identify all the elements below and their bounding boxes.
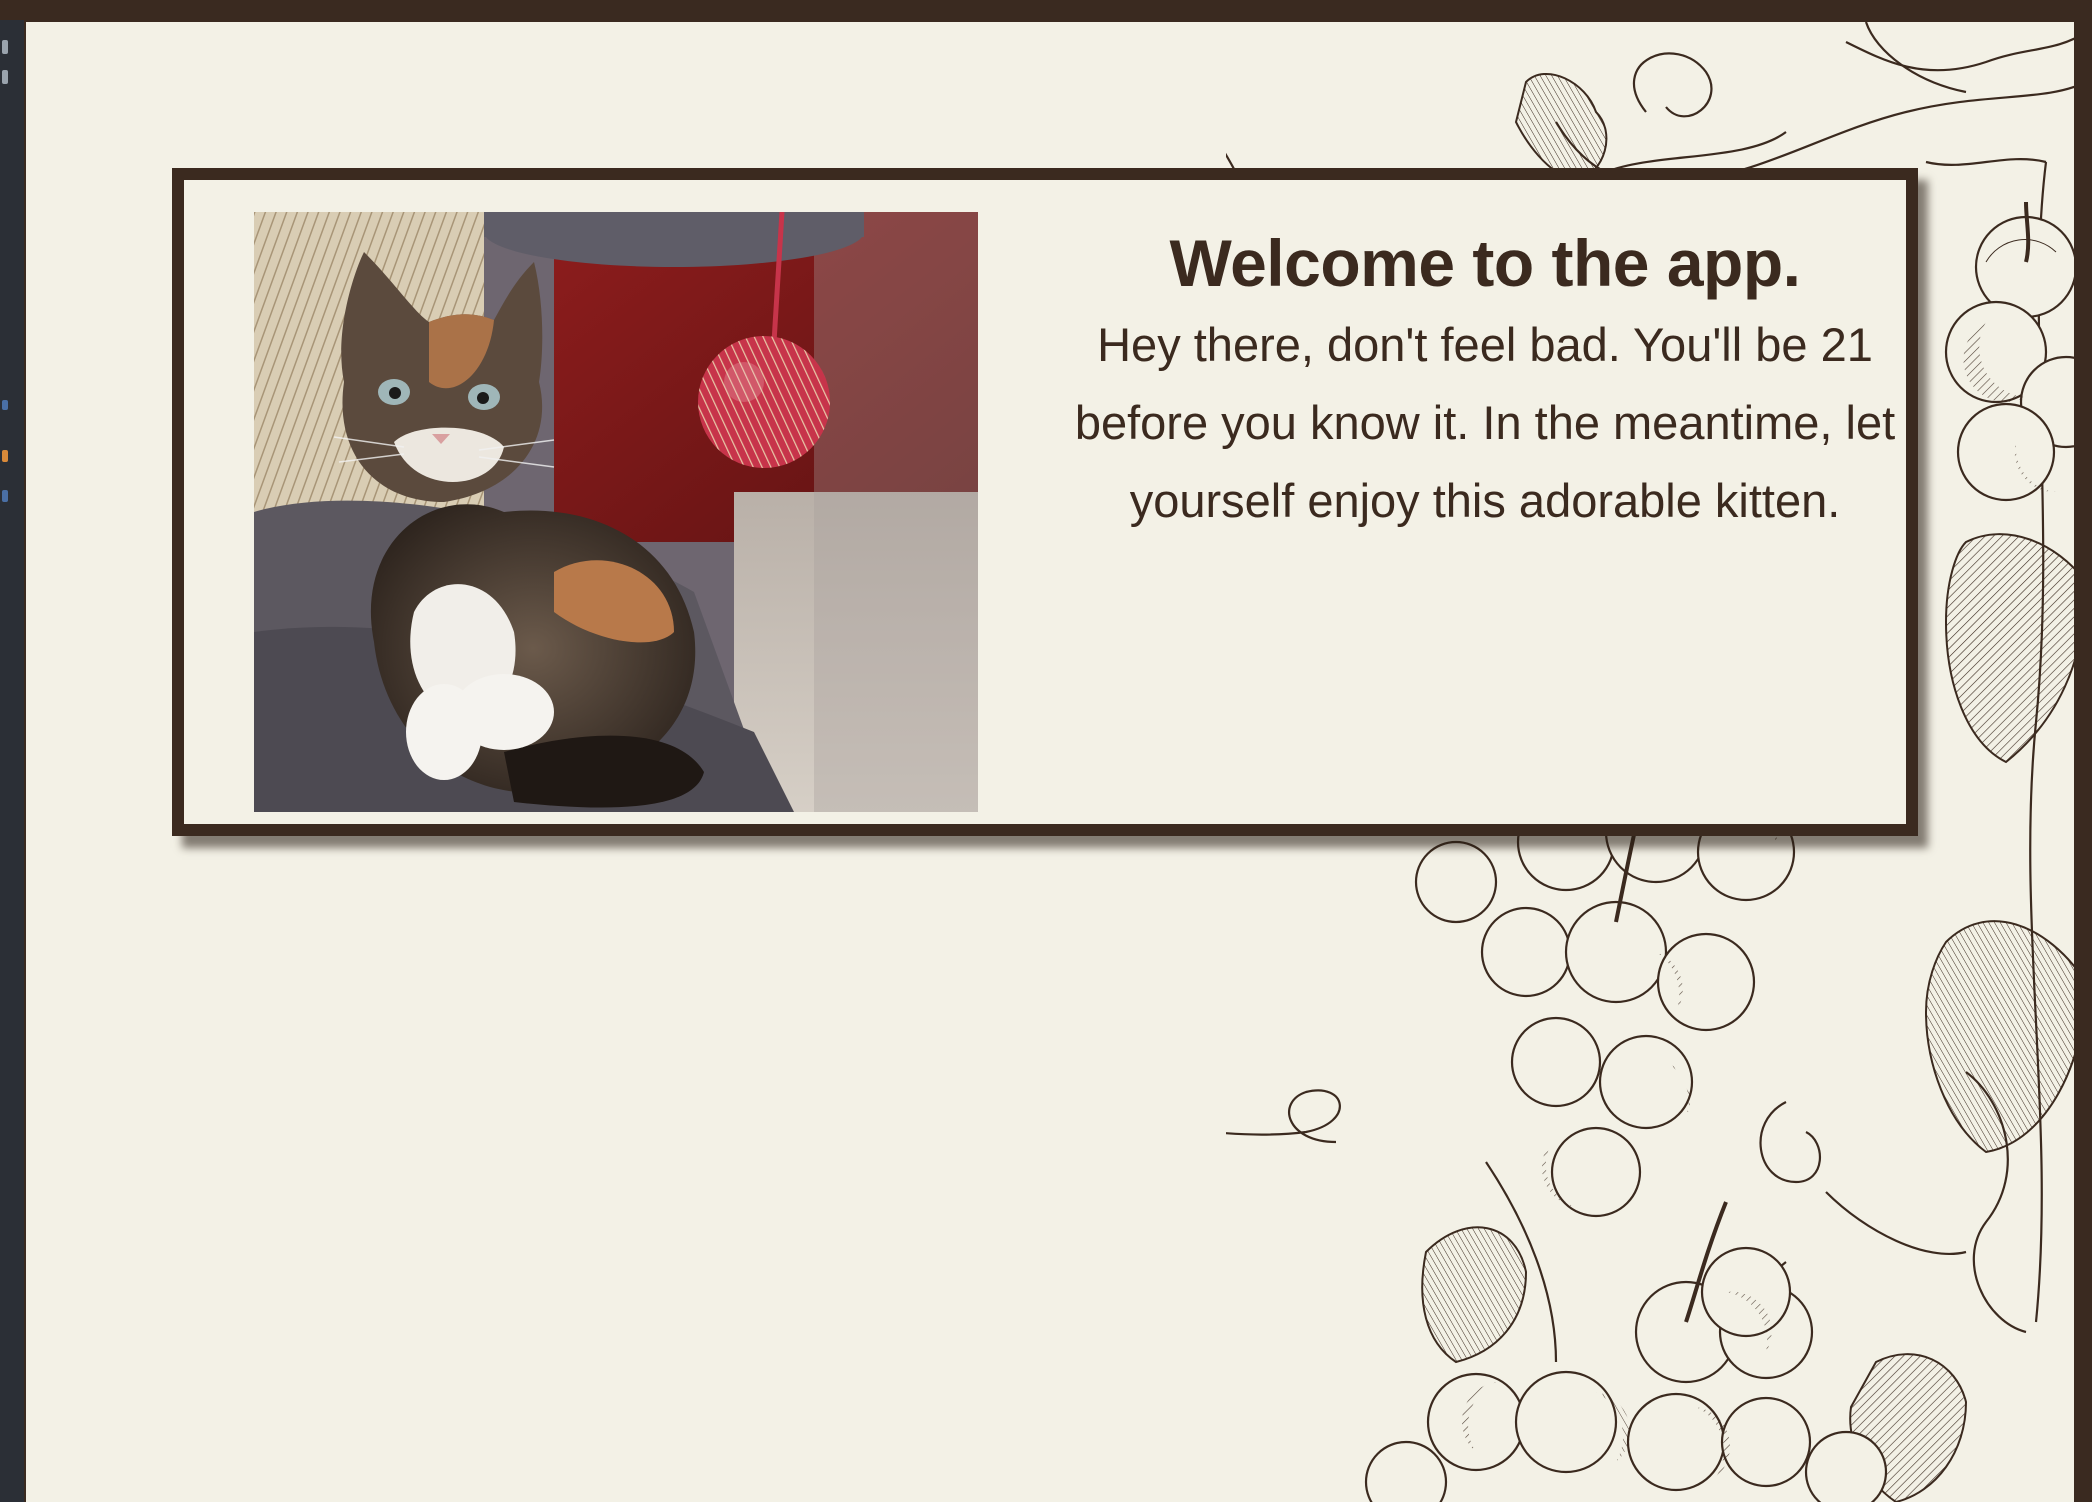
welcome-card: Welcome to the app. Hey there, don't fee…	[172, 168, 1918, 836]
welcome-message: Hey there, don't feel bad. You'll be 21 …	[1074, 318, 1896, 527]
welcome-title: Welcome to the app.	[1169, 226, 1801, 300]
devtools-edge	[0, 20, 24, 1502]
welcome-text-block: Welcome to the app. Hey there, don't fee…	[1064, 220, 1906, 540]
browser-frame: Welcome to the app. Hey there, don't fee…	[0, 0, 2092, 1502]
kitten-photo	[254, 212, 978, 812]
page-viewport: Welcome to the app. Hey there, don't fee…	[26, 22, 2074, 1502]
